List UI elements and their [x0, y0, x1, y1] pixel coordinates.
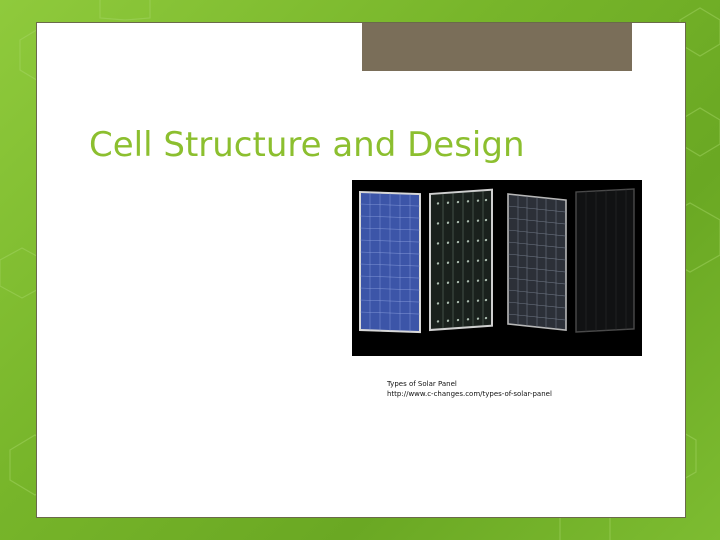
solar-panel-blue — [359, 190, 421, 334]
caption-title: Types of Solar Panel — [387, 380, 457, 388]
solar-panel-black — [575, 188, 635, 333]
solar-panels-photo — [352, 180, 642, 356]
solar-panel-monocrystalline — [429, 188, 493, 332]
slide-content-area: Cell Structure and Design Types of Solar… — [36, 22, 686, 518]
slide-title: Cell Structure and Design — [89, 125, 525, 165]
solar-panel-gray — [507, 193, 567, 331]
decorative-title-tab — [361, 23, 633, 72]
figure-caption: Types of Solar Panel http://www.c-change… — [387, 379, 552, 399]
caption-source-link[interactable]: http://www.c-changes.com/types-of-solar-… — [387, 389, 552, 399]
